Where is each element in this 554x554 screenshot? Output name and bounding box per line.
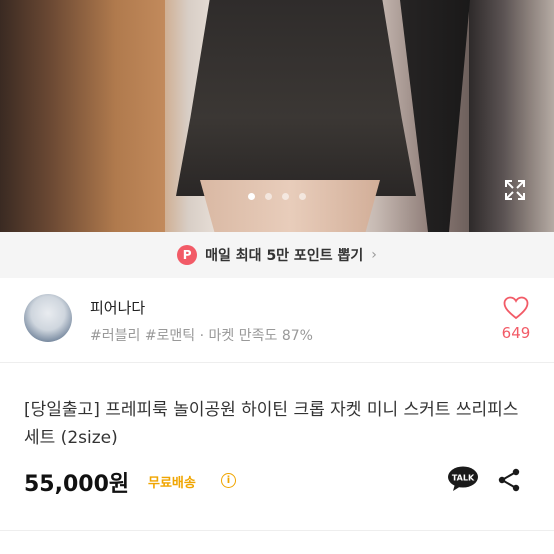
skirt (176, 0, 416, 196)
promo-text: 매일 최대 5만 포인트 뽑기 (205, 248, 364, 264)
shop-info[interactable] (0, 278, 554, 362)
carousel-dots (0, 193, 554, 200)
product-price: 55,000원 (24, 472, 130, 497)
point-icon: P (177, 245, 198, 265)
divider (0, 530, 554, 531)
heart-icon[interactable] (503, 296, 529, 320)
shop-name[interactable]: 피어나다 (90, 297, 145, 318)
avatar[interactable] (24, 294, 72, 342)
chevron-right-icon: › (371, 247, 377, 263)
product-title: [당일출고] 프레피룩 놀이공원 하이틴 크롭 자켓 미니 스커트 쓰리피스 세… (24, 400, 519, 448)
shop-tags: #러블리 #로맨틱 · 마켓 만족도 87% (90, 328, 313, 344)
carousel-dot[interactable] (265, 193, 272, 200)
share-icon[interactable] (497, 468, 521, 492)
product-image[interactable] (0, 0, 554, 232)
free-shipping-label: 무료배송 (148, 476, 196, 491)
talk-label: TALK (452, 474, 475, 483)
carousel-dot[interactable] (248, 193, 255, 200)
legs (200, 180, 380, 232)
info-icon[interactable]: i (221, 473, 236, 488)
carousel-dot[interactable] (299, 193, 306, 200)
like-count: 649 (501, 324, 531, 342)
carousel-dot[interactable] (282, 193, 289, 200)
expand-icon[interactable] (503, 178, 527, 202)
divider (0, 362, 554, 363)
talk-icon[interactable]: TALK (447, 466, 479, 492)
point-promo-banner[interactable]: P 매일 최대 5만 포인트 뽑기 › (0, 232, 554, 278)
